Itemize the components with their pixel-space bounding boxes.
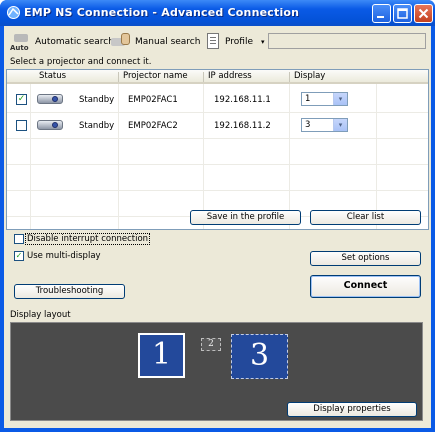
toolbar: Auto Automatic search Manual search Prof… bbox=[4, 26, 431, 56]
disable-interrupt-option[interactable]: Disable interrupt connection bbox=[14, 232, 151, 245]
row-checkbox[interactable] bbox=[16, 120, 27, 131]
display-select-value: 1 bbox=[305, 94, 311, 104]
profile-label: Profile bbox=[225, 37, 253, 47]
profile-dropdown-icon[interactable]: ▾ bbox=[261, 38, 265, 46]
column-ip-address[interactable]: IP address bbox=[208, 71, 252, 81]
close-icon bbox=[418, 8, 429, 19]
projector-name: EMP02FAC1 bbox=[128, 95, 178, 105]
display-properties-button[interactable]: Display properties bbox=[287, 402, 417, 417]
app-window: EMP NS Connection - Advanced Connection … bbox=[0, 0, 435, 432]
use-multi-display-checkbox[interactable]: ✓ bbox=[14, 250, 24, 261]
display-select[interactable]: 3 ▾ bbox=[301, 118, 348, 132]
instruction-text: Select a projector and connect it. bbox=[10, 57, 152, 67]
display-select-value: 3 bbox=[305, 120, 311, 130]
table-row[interactable]: Standby EMP02FAC2 192.168.11.2 3 ▾ bbox=[7, 112, 428, 138]
status-text: Standby bbox=[79, 121, 115, 131]
display-layout-label: Display layout bbox=[10, 310, 71, 320]
list-header: Status Projector name IP address Display bbox=[7, 70, 428, 84]
app-icon bbox=[7, 6, 20, 19]
disable-interrupt-label: Disable interrupt connection bbox=[24, 232, 151, 245]
display-2[interactable]: 2 bbox=[201, 338, 221, 351]
display-layout-panel[interactable]: 1 2 3 Display properties bbox=[10, 322, 423, 421]
use-multi-display-option[interactable]: ✓ Use multi-display bbox=[14, 249, 102, 262]
display-3[interactable]: 3 bbox=[231, 334, 288, 379]
close-button[interactable] bbox=[414, 4, 433, 23]
chevron-down-icon[interactable]: ▾ bbox=[333, 93, 347, 105]
window-title: EMP NS Connection - Advanced Connection bbox=[24, 6, 300, 19]
maximize-button[interactable] bbox=[393, 4, 412, 23]
column-display[interactable]: Display bbox=[294, 71, 325, 81]
projector-list[interactable]: Status Projector name IP address Display… bbox=[6, 69, 429, 230]
manual-search-button[interactable]: Manual search bbox=[110, 31, 200, 53]
manual-search-label: Manual search bbox=[135, 37, 201, 47]
title-bar[interactable]: EMP NS Connection - Advanced Connection bbox=[0, 0, 435, 26]
chevron-down-icon[interactable]: ▾ bbox=[333, 119, 347, 131]
automatic-search-button[interactable]: Auto Automatic search bbox=[10, 31, 114, 53]
row-checkbox[interactable]: ✓ bbox=[16, 94, 27, 105]
clear-list-button[interactable]: Clear list bbox=[310, 210, 421, 225]
projector-icon bbox=[37, 93, 63, 104]
ip-address: 192.168.11.2 bbox=[214, 121, 271, 131]
dialog-body: Auto Automatic search Manual search Prof… bbox=[4, 26, 431, 428]
manual-search-icon bbox=[110, 32, 132, 52]
column-projector-name[interactable]: Projector name bbox=[123, 71, 188, 81]
disable-interrupt-checkbox[interactable] bbox=[14, 233, 24, 244]
profile-icon bbox=[204, 32, 222, 52]
connect-button[interactable]: Connect bbox=[310, 275, 421, 298]
automatic-search-icon: Auto bbox=[10, 32, 32, 52]
automatic-search-label: Automatic search bbox=[35, 37, 114, 47]
minimize-button[interactable] bbox=[372, 4, 391, 23]
automatic-search-icon-text: Auto bbox=[10, 44, 29, 52]
save-in-profile-button[interactable]: Save in the profile bbox=[190, 210, 301, 225]
ip-address: 192.168.11.1 bbox=[214, 95, 271, 105]
table-row[interactable]: ✓ Standby EMP02FAC1 192.168.11.1 1 ▾ bbox=[7, 86, 428, 112]
display-1[interactable]: 1 bbox=[138, 333, 185, 378]
projector-name: EMP02FAC2 bbox=[128, 121, 178, 131]
troubleshooting-button[interactable]: Troubleshooting bbox=[14, 284, 125, 299]
status-text: Standby bbox=[79, 95, 115, 105]
display-select[interactable]: 1 ▾ bbox=[301, 92, 348, 106]
set-options-button[interactable]: Set options bbox=[310, 251, 421, 266]
profile-button[interactable]: Profile ▾ bbox=[204, 31, 265, 53]
minimize-icon bbox=[377, 16, 384, 18]
use-multi-display-label: Use multi-display bbox=[27, 250, 101, 261]
projector-icon bbox=[37, 119, 63, 130]
maximize-icon bbox=[397, 8, 408, 19]
profile-path-field bbox=[268, 33, 426, 49]
column-status[interactable]: Status bbox=[39, 71, 66, 81]
